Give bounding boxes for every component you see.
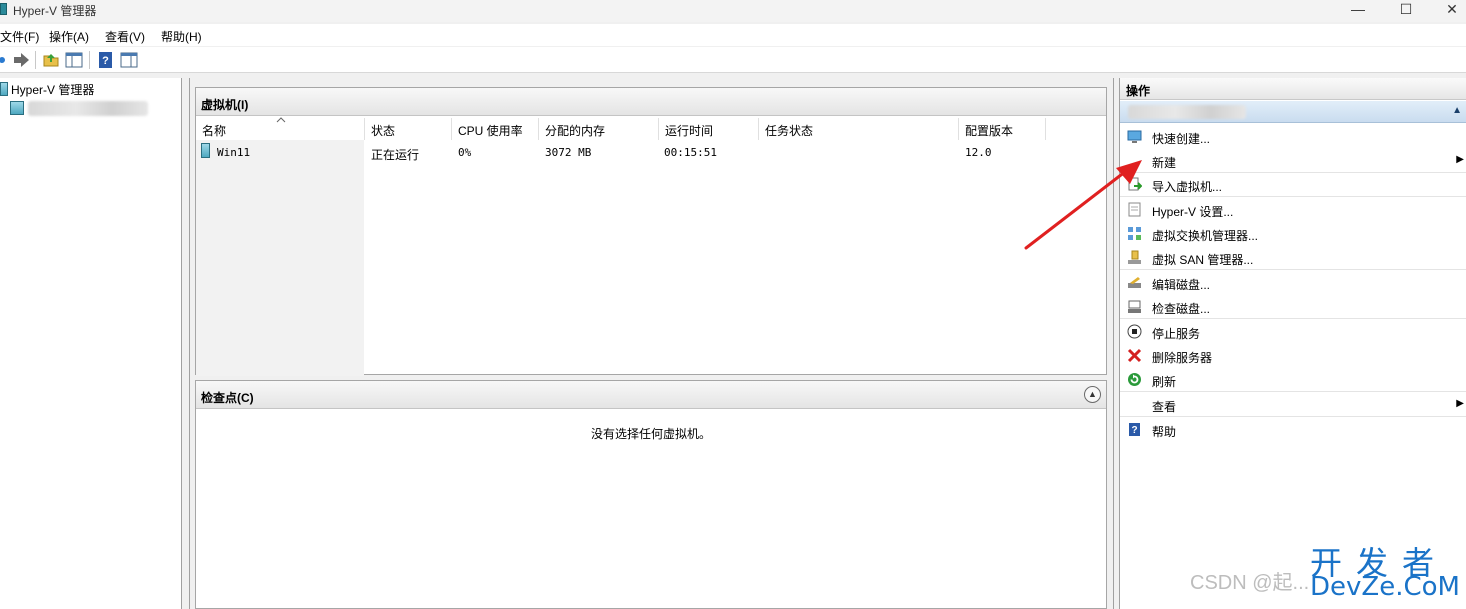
tree-root-label: Hyper-V 管理器 [11,83,95,97]
vm-cpu: 0% [458,146,472,159]
toolbar: ? [0,47,1466,73]
action-inspect-disk[interactable]: 检查磁盘... [1120,295,1466,319]
column-header-uptime[interactable]: 运行时间 [659,118,759,140]
edit-disk-icon [1128,277,1141,288]
action-stop-service[interactable]: 停止服务 [1120,320,1466,344]
server-name-redacted [1128,105,1246,119]
show-action-pane-icon[interactable] [119,50,139,70]
menu-view[interactable]: 查看(V) [105,28,145,45]
refresh-icon [1128,373,1141,386]
forward-icon[interactable] [11,50,31,70]
action-import-vm[interactable]: 导入虚拟机... [1120,173,1466,197]
actions-server-section[interactable]: ▲ [1120,101,1466,123]
menu-action[interactable]: 操作(A) [49,28,89,45]
toolbar-separator [35,51,36,69]
menu-help[interactable]: 帮助(H) [161,28,202,45]
server-name-redacted [28,101,148,116]
title-bar: Hyper-V 管理器 — ☐ ✕ [0,0,1466,22]
vm-icon [201,143,210,158]
left-splitter[interactable] [183,78,187,609]
action-remove-server[interactable]: 删除服务器 [1120,344,1466,368]
window-title: Hyper-V 管理器 [13,4,97,18]
checkpoint-panel: 检查点(C) ▲ 没有选择任何虚拟机。 [195,380,1107,609]
vm-panel-title: 虚拟机(I) [201,98,249,112]
svg-text:?: ? [1131,425,1137,436]
menu-file[interactable]: 文件(F) [0,28,39,45]
toolbar-separator [89,51,90,69]
vm-memory: 3072 MB [545,146,592,159]
column-header-state[interactable]: 状态 [365,118,452,140]
action-edit-disk[interactable]: 编辑磁盘... [1120,271,1466,295]
inspect-disk-icon [1128,300,1141,313]
server-icon [10,101,24,115]
help-icon[interactable]: ? [96,50,116,70]
hyperv-manager-window: Hyper-V 管理器 — ☐ ✕ 文件(F) 操作(A) 查看(V) 帮助(H… [0,0,1466,609]
action-help[interactable]: ? 帮助 [1120,418,1466,442]
hyperv-app-icon [0,3,7,15]
vm-uptime: 00:15:51 [664,146,717,159]
vm-name: Win11 [217,146,251,159]
action-refresh[interactable]: 刷新 [1120,368,1466,392]
column-header-task-status[interactable]: 任务状态 [759,118,959,140]
maximize-button[interactable]: ☐ [1383,0,1429,22]
show-hide-tree-icon[interactable] [64,50,84,70]
vm-panel-header: 虚拟机(I) [196,88,1106,116]
devze-logo-bottom: DevZe.CoM [1310,572,1460,602]
center-pane: 虚拟机(I) 名称 状态 CPU 使用率 分配的内存 运行时间 任务状态 配置版… [189,78,1114,609]
minimize-button[interactable]: — [1335,0,1381,22]
action-hyperv-settings[interactable]: Hyper-V 设置... [1120,198,1466,222]
column-header-name[interactable]: 名称 [196,117,365,140]
quick-create-icon [1127,130,1142,143]
vm-panel: 虚拟机(I) 名称 状态 CPU 使用率 分配的内存 运行时间 任务状态 配置版… [195,87,1107,376]
column-header-cpu[interactable]: CPU 使用率 [452,118,539,140]
collapse-chevron-up-icon[interactable]: ▲ [1084,386,1101,403]
vm-config-version: 12.0 [965,146,992,159]
navigation-tree: Hyper-V 管理器 [0,78,182,609]
help-icon: ? [1129,423,1140,436]
action-new[interactable]: 新建 ▶ [1120,149,1466,173]
checkpoint-empty-message: 没有选择任何虚拟机。 [590,427,711,441]
checkpoint-panel-title: 检查点(C) [201,391,254,405]
stop-service-icon [1127,324,1142,339]
action-view[interactable]: 查看 ▶ [1120,393,1466,417]
column-header-memory[interactable]: 分配的内存 [539,118,659,140]
tree-item-server[interactable] [8,99,150,118]
submenu-arrow-icon: ▶ [1456,398,1464,409]
hyperv-manager-icon [0,82,8,96]
svg-text:?: ? [102,55,109,67]
actions-header: 操作 [1120,78,1466,100]
red-annotation-arrow [1024,160,1142,250]
action-virtual-san-manager[interactable]: 虚拟 SAN 管理器... [1120,246,1466,270]
checkpoint-panel-header: 检查点(C) ▲ [196,381,1106,409]
remove-server-icon [1127,348,1142,363]
vm-state: 正在运行 [371,148,420,162]
close-button[interactable]: ✕ [1429,0,1466,22]
column-header-config-version[interactable]: 配置版本 [959,118,1046,140]
action-quick-create[interactable]: 快速创建... [1120,125,1466,149]
actions-pane: 操作 ▲ 快速创建... 新建 ▶ 导入虚拟机... Hyper-V 设置...… [1119,78,1466,609]
name-column-bg [196,140,364,376]
action-virtual-switch-manager[interactable]: 虚拟交换机管理器... [1120,222,1466,246]
csdn-watermark: CSDN @起... [1190,572,1310,594]
sort-ascending-icon [276,117,286,123]
submenu-arrow-icon: ▶ [1456,154,1464,165]
collapse-up-arrow-icon[interactable]: ▲ [1452,105,1462,116]
menu-bar: 文件(F) 操作(A) 查看(V) 帮助(H) [0,24,1466,46]
up-folder-icon[interactable] [41,50,61,70]
